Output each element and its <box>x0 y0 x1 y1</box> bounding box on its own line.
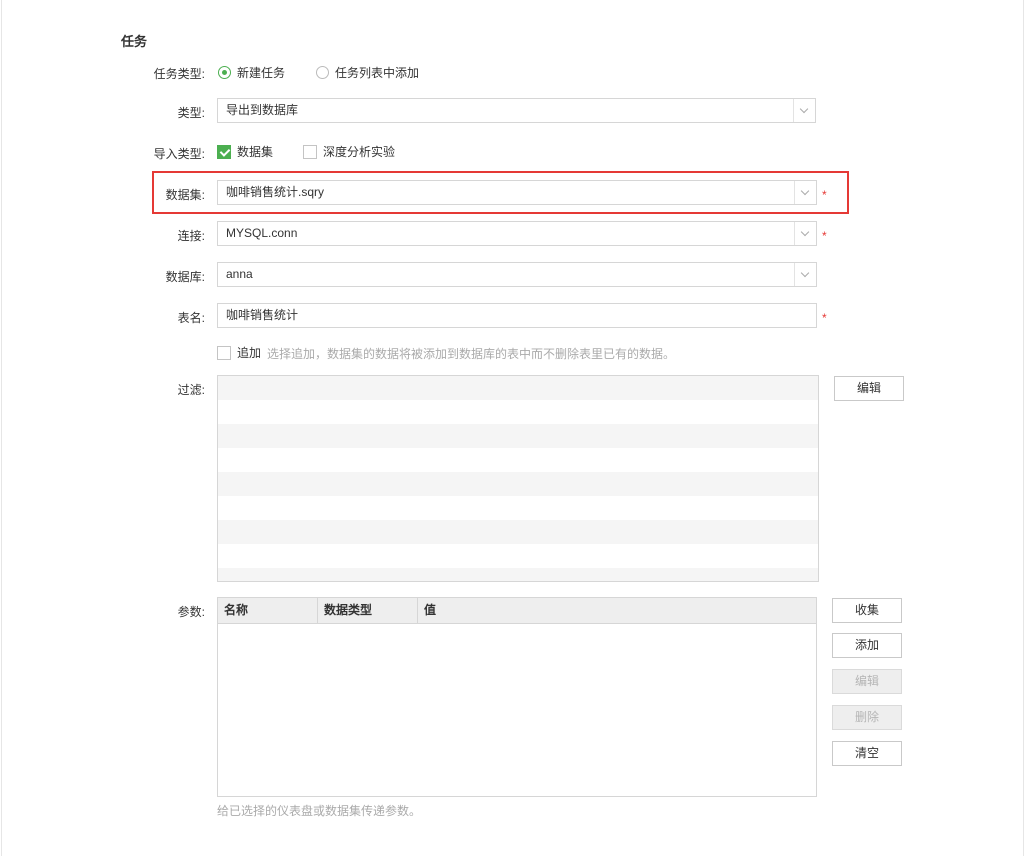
filter-row <box>218 448 818 472</box>
type-select-value: 导出到数据库 <box>226 103 299 117</box>
checkbox-deep-analysis[interactable]: 深度分析实验 <box>303 143 395 161</box>
append-hint: 选择追加，数据集的数据将被添加到数据库的表中而不删除表里已有的数据。 <box>267 347 676 361</box>
filter-row <box>218 472 818 496</box>
required-mark: * <box>822 311 827 325</box>
collect-button[interactable]: 收集 <box>832 598 902 623</box>
task-type-label: 任务类型: <box>153 67 205 81</box>
type-select[interactable]: 导出到数据库 <box>217 98 816 123</box>
connection-select[interactable]: MYSQL.conn <box>217 221 817 246</box>
params-table[interactable]: 名称 数据类型 值 <box>217 597 817 797</box>
params-label: 参数: <box>177 605 205 619</box>
params-hint: 给已选择的仪表盘或数据集传递参数。 <box>217 804 422 818</box>
radio-unselected-icon <box>316 66 329 79</box>
radio-add-from-list-label: 任务列表中添加 <box>335 66 420 80</box>
checkbox-append[interactable]: 追加 <box>217 344 261 362</box>
clear-button[interactable]: 清空 <box>832 741 902 766</box>
connection-label: 连接: <box>177 229 205 243</box>
filter-row <box>218 496 818 520</box>
filter-row <box>218 520 818 544</box>
chevron-down-icon[interactable] <box>793 99 815 122</box>
dataset-select[interactable]: 咖啡销售统计.sqry <box>217 180 817 205</box>
required-mark: * <box>822 188 827 202</box>
radio-add-from-list[interactable]: 任务列表中添加 <box>316 64 419 82</box>
checkbox-append-label: 追加 <box>237 346 262 360</box>
radio-new-task[interactable]: 新建任务 <box>218 64 285 82</box>
dataset-select-value: 咖啡销售统计.sqry <box>226 185 325 199</box>
filter-list[interactable] <box>217 375 819 582</box>
column-header-name[interactable]: 名称 <box>218 598 318 624</box>
checkbox-dataset-label: 数据集 <box>237 145 274 159</box>
chevron-down-icon[interactable] <box>794 263 816 286</box>
filter-row <box>218 400 818 424</box>
checkbox-unchecked-icon <box>303 144 317 159</box>
delete-button[interactable]: 删除 <box>832 705 902 730</box>
column-header-data-type[interactable]: 数据类型 <box>318 598 418 624</box>
import-type-label: 导入类型: <box>153 147 205 161</box>
table-name-label: 表名: <box>177 311 205 325</box>
radio-selected-icon <box>218 66 231 79</box>
database-label: 数据库: <box>165 270 205 284</box>
database-select-value: anna <box>226 267 253 281</box>
column-header-value[interactable]: 值 <box>418 598 816 624</box>
filter-row <box>218 376 818 400</box>
filter-row <box>218 424 818 448</box>
dataset-label: 数据集: <box>165 188 205 202</box>
params-table-header: 名称 数据类型 值 <box>218 598 816 624</box>
edit-param-button[interactable]: 编辑 <box>832 669 902 694</box>
radio-new-task-label: 新建任务 <box>237 66 286 80</box>
type-label: 类型: <box>177 106 205 120</box>
filter-edit-button[interactable]: 编辑 <box>834 376 904 401</box>
section-title: 任务 <box>121 34 148 49</box>
filter-row <box>218 544 818 568</box>
chevron-down-icon[interactable] <box>794 222 816 245</box>
add-button[interactable]: 添加 <box>832 633 902 658</box>
chevron-down-icon[interactable] <box>794 181 816 204</box>
filter-label: 过滤: <box>177 383 205 397</box>
filter-row <box>218 568 818 581</box>
checkbox-unchecked-icon <box>217 345 231 360</box>
table-name-input[interactable]: 咖啡销售统计 <box>217 303 817 328</box>
checkbox-dataset[interactable]: 数据集 <box>217 143 273 161</box>
database-select[interactable]: anna <box>217 262 817 287</box>
checkbox-checked-icon <box>217 144 231 159</box>
required-mark: * <box>822 229 827 243</box>
checkbox-deep-analysis-label: 深度分析实验 <box>323 145 396 159</box>
connection-select-value: MYSQL.conn <box>226 226 298 240</box>
